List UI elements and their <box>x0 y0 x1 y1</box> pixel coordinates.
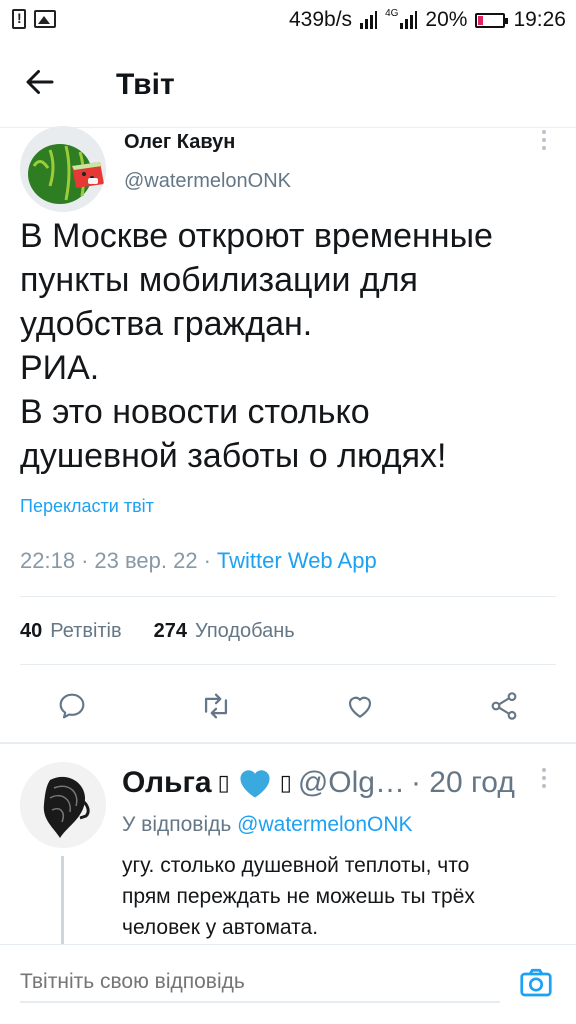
back-button[interactable] <box>22 64 66 104</box>
reply-author-handle[interactable]: @Olg… <box>298 766 405 800</box>
network-type: 4G <box>385 8 399 19</box>
translate-tweet-link[interactable]: Перекласти твіт <box>20 496 154 517</box>
status-bar: 439b/s 4G 20% 19:26 <box>0 0 576 40</box>
back-arrow-icon <box>26 70 54 94</box>
reply-to-line: У відповідь @watermelonONK <box>122 813 413 837</box>
meta-separator: · <box>81 548 89 573</box>
tweet-time: 22:18 <box>20 548 76 573</box>
reply-text-line: угу. столько душевной теплоты, что <box>122 854 470 877</box>
network-speed: 439b/s <box>289 8 353 31</box>
tweet-text-line: РИА. <box>20 349 100 387</box>
meta-separator: · <box>203 548 211 573</box>
tweet-meta: 22:18 · 23 вер. 22 · Twitter Web App <box>20 548 377 574</box>
clock: 19:26 <box>513 8 566 31</box>
reply-author-name[interactable]: Ольга <box>122 766 212 800</box>
image-notification-icon <box>34 10 56 28</box>
author-name[interactable]: Олег Кавун <box>124 131 235 154</box>
tweet-source-link[interactable]: Twitter Web App <box>217 548 377 574</box>
signal-4g-icon <box>400 11 418 29</box>
page-title: Твіт <box>116 68 175 101</box>
divider <box>20 664 556 665</box>
retweets-count[interactable]: 40 <box>20 620 42 643</box>
tweet-text-line: душевной заботы о людях! <box>20 437 447 475</box>
tweet-text-line: В Москве откроют временные <box>20 217 493 255</box>
reply-input[interactable] <box>20 963 500 1003</box>
tweet-more-icon[interactable] <box>536 130 552 160</box>
share-button[interactable] <box>484 686 524 726</box>
reply-button[interactable] <box>52 686 92 726</box>
status-indicators: 439b/s 4G 20% 19:26 <box>289 8 566 32</box>
heart-icon <box>348 696 372 718</box>
reply-text-line: человек у автомата. <box>122 916 319 939</box>
retweet-button[interactable] <box>196 686 236 726</box>
retweet-icon <box>204 693 228 719</box>
battery-icon <box>475 12 509 28</box>
reply-icon <box>59 693 85 719</box>
like-button[interactable] <box>340 686 380 726</box>
tweet-text-line: удобства граждан. <box>20 305 313 343</box>
retweets-label[interactable]: Ретвітів <box>50 620 121 643</box>
compose-bar <box>0 944 576 1024</box>
reply-emoji-right: ▯ <box>279 770 292 795</box>
divider <box>20 596 556 597</box>
top-app-bar: Твіт <box>0 40 576 128</box>
notification-alert-icon <box>12 9 26 29</box>
reply-more-icon[interactable] <box>536 768 552 798</box>
ink-portrait-avatar-icon <box>20 762 106 848</box>
tweet-date: 23 вер. 22 <box>94 548 198 573</box>
thread-line <box>61 856 64 946</box>
reply-to-label: У відповідь <box>122 813 232 836</box>
status-notifications <box>12 9 56 29</box>
tweet-text-line: В это новости столько <box>20 393 370 431</box>
tweet-text: В Москве откроют временные пункты мобили… <box>20 214 560 478</box>
reply-header: Ольга ▯ ▯ @Olg… · 20 год <box>122 766 515 800</box>
camera-icon <box>520 968 552 997</box>
reply-emoji-left: ▯ <box>217 770 230 795</box>
share-icon <box>491 692 517 720</box>
reply-to-mention[interactable]: @watermelonONK <box>237 813 412 836</box>
tweet-stats: 40 Ретвітів 274 Уподобань <box>20 620 295 643</box>
reply-avatar[interactable] <box>20 762 106 848</box>
tweet-text-line: пункты мобилизации для <box>20 261 418 299</box>
author-avatar[interactable] <box>20 126 106 212</box>
camera-button[interactable] <box>518 965 554 1001</box>
battery-percent: 20% <box>425 8 468 31</box>
tweet-actions <box>0 686 576 730</box>
likes-label[interactable]: Уподобань <box>195 620 295 643</box>
blue-heart-icon <box>240 770 270 798</box>
reply-text: угу. столько душевной теплоты, что прям … <box>122 850 542 943</box>
reply-time: · 20 год <box>410 766 515 799</box>
reply-text-line: прям переждать не можешь ты трёх <box>122 885 475 908</box>
watermelon-avatar-icon <box>20 126 106 212</box>
author-handle[interactable]: @watermelonONK <box>124 170 291 193</box>
likes-count[interactable]: 274 <box>154 620 187 643</box>
signal-icon <box>360 11 378 29</box>
section-separator <box>0 742 576 744</box>
